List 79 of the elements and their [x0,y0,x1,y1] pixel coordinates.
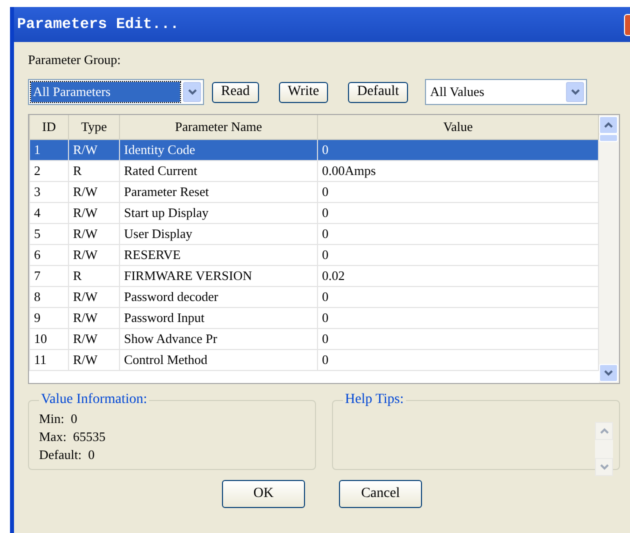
column-header[interactable]: ID [30,115,68,140]
table-cell: 10 [30,328,68,350]
table-cell: 0 [318,140,598,160]
table-cell: Password Input [120,308,318,328]
table-row[interactable]: 3 R/W Parameter Reset 0 [30,182,598,202]
table-cell: User Display [120,224,318,244]
table-cell: Password decoder [120,286,318,308]
table-cell: R/W [68,224,120,244]
table-row[interactable]: 2 R Rated Current 0.00Amps [30,160,598,182]
scroll-thumb[interactable] [599,134,618,142]
column-header[interactable]: Type [68,115,120,140]
toolbar-button[interactable]: Read [212,82,259,102]
table-row[interactable]: 9 R/W Password Input 0 [30,308,598,328]
scroll-up-icon [595,422,613,440]
scrollbar[interactable] [599,115,619,383]
table-cell: 11 [30,350,68,370]
table-cell: FIRMWARE VERSION [120,266,318,286]
table-cell: Show Advance Pr [120,328,318,350]
table-cell: Rated Current [120,160,318,182]
table-cell: 0 [318,224,598,244]
table-cell: 3 [30,182,68,202]
table-row[interactable]: 8 R/W Password decoder 0 [30,286,598,308]
toolbar-button[interactable]: Default [348,82,408,102]
table-row[interactable]: 6 R/W RESERVE 0 [30,244,598,266]
table-row[interactable]: 5 R/W User Display 0 [30,224,598,244]
table-cell: 7 [30,266,68,286]
toolbar-button[interactable]: Write [278,82,328,102]
table-row[interactable]: 7 R FIRMWARE VERSION 0.02 [30,266,598,286]
table-cell: Identity Code [120,140,318,160]
table-row[interactable]: 10 R/W Show Advance Pr 0 [30,328,598,350]
table-cell: 0 [318,350,598,370]
table-cell: 4 [30,202,68,224]
table-cell: R/W [68,350,120,370]
table-row[interactable]: 4 R/W Start up Display 0 [30,202,598,224]
info-line: Max: 65535 [39,428,106,446]
table-cell: R/W [68,286,120,308]
table-cell: R/W [68,202,120,224]
table-cell: 0 [318,202,598,224]
group-label: Parameter Group: [28,52,122,69]
table-cell: 0 [318,244,598,266]
group-dropdown[interactable]: All Parameters [28,79,204,105]
group-title: Help Tips: [344,392,405,408]
column-header[interactable]: Parameter Name [120,115,318,140]
table-cell: 0.02 [318,266,598,286]
info-line: Min: 0 [39,410,78,428]
table-cell: 0.00Amps [318,160,598,182]
table-cell: 2 [30,160,68,182]
table-row[interactable]: 11 R/W Control Method 0 [30,350,598,370]
table-cell: R [68,160,120,182]
dialog-button[interactable]: OK [222,480,305,508]
table-cell: R [68,266,120,286]
dialog-button[interactable]: Cancel [339,480,422,508]
table-row[interactable]: 1 R/W Identity Code 0 [30,140,598,160]
scroll-down-icon[interactable] [599,364,618,382]
scroll-up-icon[interactable] [599,116,618,134]
table-cell: RESERVE [120,244,318,266]
table-cell: 6 [30,244,68,266]
table-cell: 0 [318,308,598,328]
table-cell: R/W [68,328,120,350]
group-title: Value Information: [40,392,148,408]
table-cell: 5 [30,224,68,244]
table-cell: 1 [30,140,68,160]
table-cell: 0 [318,328,598,350]
table-cell: Control Method [120,350,318,370]
info-line: Default: 0 [39,446,96,464]
table-cell: Parameter Reset [120,182,318,202]
table-cell: R/W [68,140,120,160]
values-dropdown[interactable]: All Values [425,79,588,105]
table-cell: 0 [318,182,598,202]
table-cell: 8 [30,286,68,308]
table-cell: 0 [318,286,598,308]
table-cell: R/W [68,244,120,266]
column-header[interactable]: Value [318,115,598,140]
scroll-down-icon [595,458,613,476]
table-cell: Start up Display [120,202,318,224]
table-cell: 9 [30,308,68,328]
table-cell: R/W [68,182,120,202]
window-title: Parameters Edit... [16,16,180,33]
table-cell: R/W [68,308,120,328]
